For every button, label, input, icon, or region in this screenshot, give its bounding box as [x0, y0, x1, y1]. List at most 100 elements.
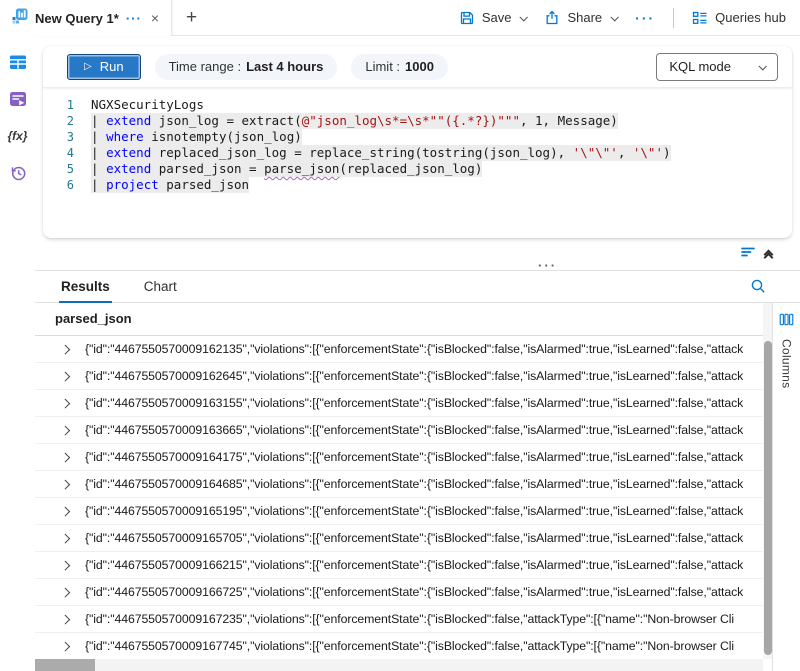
expand-row-chevron-icon[interactable] [60, 400, 70, 407]
horizontal-scrollbar[interactable] [35, 659, 763, 671]
expand-row-chevron-icon[interactable] [60, 427, 70, 434]
row-json-value: {"id":"4467550570009164175","violations"… [85, 450, 743, 464]
table-row[interactable]: {"id":"4467550570009162135","violations"… [35, 336, 763, 363]
save-icon [459, 10, 475, 26]
sidebar-item-tables-icon[interactable] [9, 53, 27, 71]
kusto-query-icon [12, 8, 28, 29]
chevron-down-icon[interactable] [520, 13, 528, 21]
vertical-scrollbar[interactable] [763, 303, 772, 659]
expand-row-chevron-icon[interactable] [60, 589, 70, 596]
results-display-options-icon[interactable] [740, 244, 756, 265]
columns-icon [779, 312, 794, 332]
queries-hub-icon [692, 10, 708, 26]
more-options-button[interactable]: ··· [635, 10, 655, 26]
kql-mode-value: KQL mode [669, 59, 731, 74]
run-button[interactable]: ▷ Run [67, 54, 141, 80]
tab-close-icon[interactable]: × [149, 10, 161, 26]
chevron-down-icon [758, 62, 766, 70]
tab-results[interactable]: Results [59, 271, 112, 303]
horizontal-scrollbar-thumb[interactable] [35, 659, 95, 671]
line-number: 5 [43, 161, 91, 177]
query-editor[interactable]: 1NGXSecurityLogs2| extend json_log = ext… [43, 88, 792, 238]
table-row[interactable]: {"id":"4467550570009165705","violations"… [35, 525, 763, 552]
limit-picker[interactable]: Limit : 1000 [351, 54, 448, 80]
limit-value: 1000 [405, 59, 434, 74]
column-header-parsed-json[interactable]: parsed_json [35, 303, 763, 336]
line-number: 6 [43, 177, 91, 193]
row-json-value: {"id":"4467550570009162645","violations"… [85, 369, 743, 383]
code-line[interactable]: 4| extend replaced_json_log = replace_st… [43, 145, 792, 161]
row-json-value: {"id":"4467550570009164685","violations"… [85, 477, 743, 491]
time-range-picker[interactable]: Time range : Last 4 hours [155, 54, 338, 80]
table-row[interactable]: {"id":"4467550570009166215","violations"… [35, 552, 763, 579]
share-button[interactable]: Share [544, 10, 617, 26]
row-json-value: {"id":"4467550570009165195","violations"… [85, 504, 743, 518]
code-text: | extend json_log = extract(@"json_log\s… [91, 113, 618, 129]
tab-new-query-1[interactable]: New Query 1* ··· × [0, 0, 172, 36]
tab-chart[interactable]: Chart [142, 271, 179, 303]
code-text: NGXSecurityLogs [91, 97, 204, 113]
sidebar-item-functions-icon[interactable]: {fx} [9, 127, 27, 145]
table-row[interactable]: {"id":"4467550570009164175","violations"… [35, 444, 763, 471]
row-json-value: {"id":"4467550570009163665","violations"… [85, 423, 743, 437]
code-line[interactable]: 2| extend json_log = extract(@"json_log\… [43, 113, 792, 129]
queries-hub-label: Queries hub [715, 10, 786, 25]
results-rows: {"id":"4467550570009162135","violations"… [35, 336, 763, 659]
expand-row-chevron-icon[interactable] [60, 481, 70, 488]
search-icon[interactable] [749, 277, 767, 300]
limit-label: Limit : [365, 59, 400, 74]
code-text: | where isnotempty(json_log) [91, 129, 302, 145]
code-line[interactable]: 6| project parsed_json [43, 177, 792, 193]
vertical-scrollbar-thumb[interactable] [764, 341, 772, 655]
collapse-panel-icon[interactable] [765, 249, 772, 261]
share-icon [544, 10, 560, 26]
tab-more-icon[interactable]: ··· [126, 11, 142, 26]
expand-row-chevron-icon[interactable] [60, 616, 70, 623]
new-tab-button[interactable]: + [172, 0, 211, 35]
sidebar-item-queries-icon[interactable] [9, 90, 27, 108]
save-button[interactable]: Save [459, 10, 527, 26]
table-row[interactable]: {"id":"4467550570009166725","violations"… [35, 579, 763, 606]
expand-row-chevron-icon[interactable] [60, 346, 70, 353]
run-label: Run [100, 59, 124, 74]
expand-row-chevron-icon[interactable] [60, 643, 70, 650]
share-label: Share [567, 10, 602, 25]
code-text: | extend replaced_json_log = replace_str… [91, 145, 671, 161]
row-json-value: {"id":"4467550570009162135","violations"… [85, 342, 743, 356]
expand-row-chevron-icon[interactable] [60, 454, 70, 461]
results-panel: Results Chart parsed_json {"id":"4467550… [35, 270, 800, 671]
line-number: 1 [43, 97, 91, 113]
line-number: 4 [43, 145, 91, 161]
table-row[interactable]: {"id":"4467550570009167745","violations"… [35, 633, 763, 659]
query-pane: ▷ Run Time range : Last 4 hours Limit : … [43, 46, 792, 238]
sidebar-item-query-history-icon[interactable] [9, 164, 27, 182]
tab-bar-actions: Save Share ··· Queries hub [459, 0, 800, 35]
code-line[interactable]: 1NGXSecurityLogs [43, 97, 792, 113]
row-json-value: {"id":"4467550570009167235","violations"… [85, 612, 734, 626]
results-tab-strip: Results Chart [35, 271, 800, 303]
code-line[interactable]: 5| extend parsed_json = parse_json(repla… [43, 161, 792, 177]
table-row[interactable]: {"id":"4467550570009167235","violations"… [35, 606, 763, 633]
expand-row-chevron-icon[interactable] [60, 535, 70, 542]
queries-hub-button[interactable]: Queries hub [692, 10, 786, 26]
expand-row-chevron-icon[interactable] [60, 508, 70, 515]
code-lines: 1NGXSecurityLogs2| extend json_log = ext… [43, 97, 792, 193]
expand-row-chevron-icon[interactable] [60, 373, 70, 380]
code-text: | extend parsed_json = parse_json(replac… [91, 161, 482, 177]
row-json-value: {"id":"4467550570009163155","violations"… [85, 396, 743, 410]
kql-mode-select[interactable]: KQL mode [656, 53, 778, 81]
table-row[interactable]: {"id":"4467550570009162645","violations"… [35, 363, 763, 390]
table-row[interactable]: {"id":"4467550570009164685","violations"… [35, 471, 763, 498]
table-row[interactable]: {"id":"4467550570009163155","violations"… [35, 390, 763, 417]
row-json-value: {"id":"4467550570009167745","violations"… [85, 639, 734, 653]
row-json-value: {"id":"4467550570009166215","violations"… [85, 558, 743, 572]
code-line[interactable]: 3| where isnotempty(json_log) [43, 129, 792, 145]
save-label: Save [482, 10, 512, 25]
chevron-down-icon[interactable] [611, 13, 619, 21]
splitter-drag-handle[interactable]: ··· [538, 262, 557, 270]
expand-row-chevron-icon[interactable] [60, 562, 70, 569]
table-row[interactable]: {"id":"4467550570009163665","violations"… [35, 417, 763, 444]
table-row[interactable]: {"id":"4467550570009165195","violations"… [35, 498, 763, 525]
columns-panel-toggle[interactable]: Columns [772, 303, 800, 671]
line-number: 2 [43, 113, 91, 129]
